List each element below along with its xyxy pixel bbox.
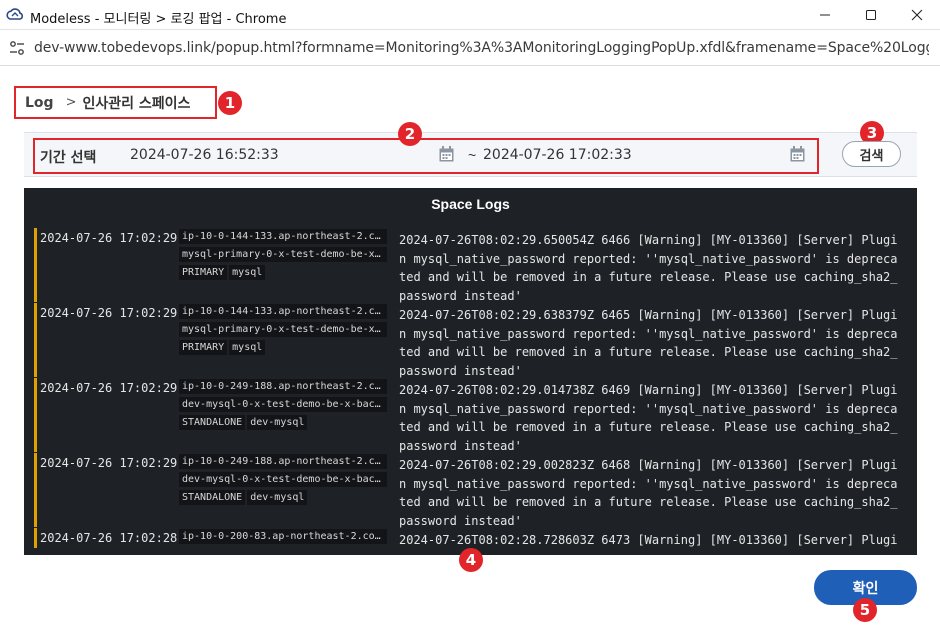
log-entry: 2024-07-26 17:02:29 ip-10-0-249-188.ap-n… bbox=[34, 378, 914, 453]
log-source-tags: ip-10-0-249-188.ap-northeast-2.compute.i… bbox=[179, 454, 389, 508]
url-text[interactable]: dev-www.tobedevops.link/popup.html?formn… bbox=[34, 40, 929, 56]
annotation-marker-1: 1 bbox=[218, 91, 242, 115]
close-button[interactable] bbox=[894, 0, 940, 30]
address-bar: dev-www.tobedevops.link/popup.html?formn… bbox=[0, 30, 940, 66]
log-timestamp: 2024-07-26 17:02:29 bbox=[40, 381, 178, 395]
log-host-tag: ip-10-0-144-133.ap-northeast-2.compute.i… bbox=[179, 304, 387, 319]
log-source-tags: ip-10-0-144-133.ap-northeast-2.compute.i… bbox=[179, 229, 389, 283]
log-timestamp: 2024-07-26 17:02:28 bbox=[40, 531, 178, 545]
log-role-tag: STANDALONE bbox=[179, 490, 246, 505]
annotation-marker-2: 2 bbox=[398, 122, 422, 146]
app-cloud-icon bbox=[6, 8, 24, 20]
annotation-marker-5: 5 bbox=[853, 598, 877, 622]
breadcrumb-separator: > bbox=[65, 95, 77, 110]
log-pod-tag: dev-mysql-0-x-test-demo-be-x-backend bbox=[179, 397, 387, 412]
breadcrumb-root[interactable]: Log bbox=[25, 95, 54, 111]
minimize-button[interactable] bbox=[802, 0, 848, 30]
calendar-icon[interactable] bbox=[439, 146, 454, 162]
log-host-tag: ip-10-0-200-83.ap-northeast-2.compute.in… bbox=[179, 529, 387, 544]
log-entry: 2024-07-26 17:02:29 ip-10-0-144-133.ap-n… bbox=[34, 303, 914, 378]
log-service-tag: dev-mysql bbox=[247, 415, 308, 430]
log-message: 2024-07-26T08:02:29.638379Z 6465 [Warnin… bbox=[399, 308, 898, 379]
minimize-icon bbox=[820, 14, 830, 16]
log-service-tag: dev-mysql bbox=[247, 490, 308, 505]
calendar-icon[interactable] bbox=[790, 146, 805, 162]
date-range-tilde: ~ bbox=[468, 147, 477, 163]
log-service-tag: mysql bbox=[229, 265, 266, 280]
search-button[interactable]: 검색 bbox=[842, 141, 901, 167]
space-logs-panel[interactable]: Space Logs 2024-07-26 17:02:29 ip-10-0-1… bbox=[24, 188, 917, 555]
start-date-input[interactable]: 2024-07-26 16:52:33 bbox=[130, 147, 279, 163]
log-message: 2024-07-26T08:02:29.002823Z 6468 [Warnin… bbox=[399, 458, 898, 529]
log-service-tag: mysql bbox=[229, 340, 266, 355]
breadcrumb: Log > 인사관리 스페이스 bbox=[14, 86, 217, 119]
log-entry: 2024-07-26 17:02:29 ip-10-0-144-133.ap-n… bbox=[34, 228, 914, 303]
window-title: Modeless - 모니터링 > 로깅 팝업 - Chrome bbox=[30, 12, 287, 27]
log-role-tag: PRIMARY bbox=[179, 340, 228, 355]
period-label: 기간 선택 bbox=[40, 150, 97, 166]
log-entry: 2024-07-26 17:02:28 ip-10-0-200-83.ap-no… bbox=[34, 528, 914, 555]
window-titlebar: Modeless - 모니터링 > 로깅 팝업 - Chrome bbox=[0, 0, 940, 30]
log-pod-tag: mysql-primary-0-x-test-demo-be-x-backend bbox=[179, 247, 387, 262]
log-message: 2024-07-26T08:02:29.650054Z 6466 [Warnin… bbox=[399, 233, 898, 304]
log-role-tag: STANDALONE bbox=[179, 415, 246, 430]
log-source-tags: ip-10-0-144-133.ap-northeast-2.compute.i… bbox=[179, 304, 389, 358]
site-settings-icon[interactable] bbox=[8, 39, 26, 57]
log-source-tags: ip-10-0-249-188.ap-northeast-2.compute.i… bbox=[179, 379, 389, 433]
log-pod-tag: mysql-primary-0-x-test-demo-be-x-backend bbox=[179, 322, 387, 337]
end-date-input[interactable]: 2024-07-26 17:02:33 bbox=[483, 147, 632, 163]
log-host-tag: ip-10-0-249-188.ap-northeast-2.compute.i… bbox=[179, 379, 387, 394]
log-message: 2024-07-26T08:02:29.014738Z 6469 [Warnin… bbox=[399, 383, 898, 454]
log-timestamp: 2024-07-26 17:02:29 bbox=[40, 231, 178, 245]
log-timestamp: 2024-07-26 17:02:29 bbox=[40, 306, 178, 320]
maximize-icon bbox=[866, 10, 876, 20]
log-host-tag: ip-10-0-144-133.ap-northeast-2.compute.i… bbox=[179, 229, 387, 244]
log-role-tag: PRIMARY bbox=[179, 265, 228, 280]
log-source-tags: ip-10-0-200-83.ap-northeast-2.compute.in… bbox=[179, 529, 389, 547]
logs-title: Space Logs bbox=[431, 196, 510, 212]
maximize-button[interactable] bbox=[848, 0, 894, 30]
log-timestamp: 2024-07-26 17:02:29 bbox=[40, 456, 178, 470]
log-pod-tag: dev-mysql-0-x-test-demo-be-x-backend bbox=[179, 472, 387, 487]
annotation-marker-4: 4 bbox=[459, 548, 483, 572]
close-icon bbox=[911, 9, 923, 21]
log-entry: 2024-07-26 17:02:29 ip-10-0-249-188.ap-n… bbox=[34, 453, 914, 528]
breadcrumb-current: 인사관리 스페이스 bbox=[82, 95, 191, 112]
log-host-tag: ip-10-0-249-188.ap-northeast-2.compute.i… bbox=[179, 454, 387, 469]
